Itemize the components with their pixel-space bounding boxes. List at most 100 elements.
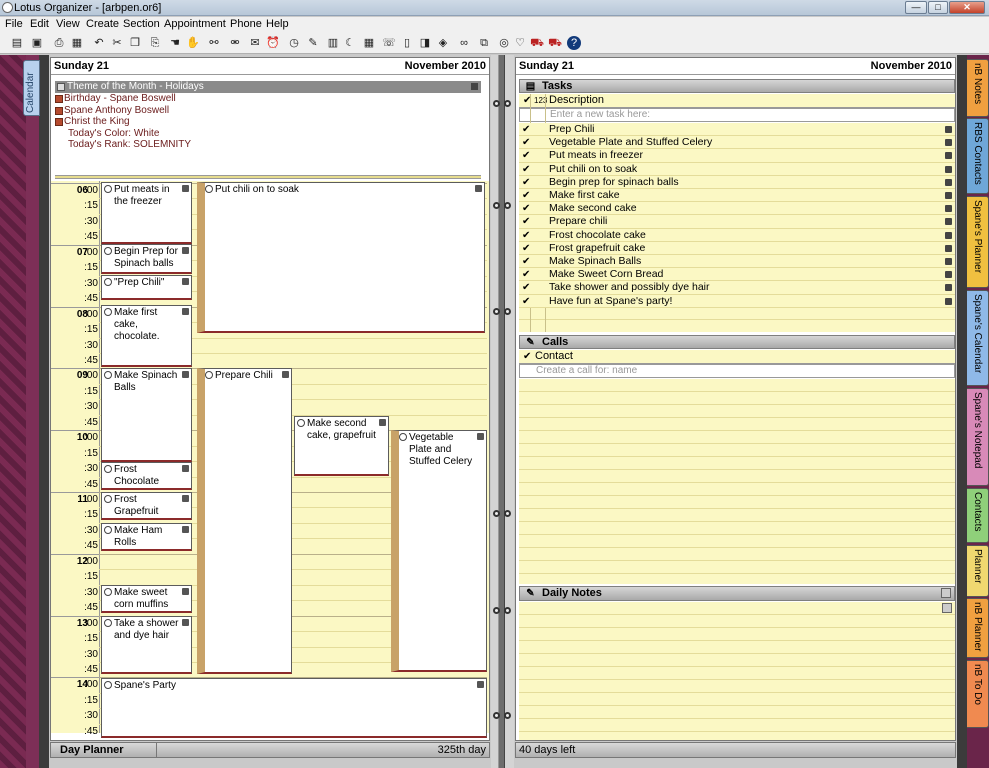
edit-icon[interactable] (945, 231, 952, 239)
task-check-icon[interactable]: ✔ (522, 202, 530, 215)
edit-icon[interactable] (477, 681, 484, 688)
sync-icon[interactable]: ⧉ (477, 36, 491, 50)
layout-icon[interactable]: ◨ (418, 36, 432, 50)
task-row[interactable]: ✔ Make Spinach Balls (519, 255, 955, 269)
task-check-icon[interactable]: ✔ (522, 281, 530, 294)
car-icon[interactable]: ⛟ (530, 36, 544, 50)
task-check-icon[interactable]: ✔ (522, 163, 530, 176)
appointment[interactable]: "Prep Chili" (101, 275, 192, 300)
task-row[interactable]: ✔ Take shower and possibly dye hair (519, 281, 955, 295)
edit-icon[interactable] (945, 218, 952, 226)
task-row[interactable]: ✔ Prepare chili (519, 215, 955, 229)
edit-icon[interactable] (182, 308, 189, 315)
appointment[interactable]: Make sweet corn muffins (101, 585, 192, 613)
copy-icon[interactable]: ❐ (128, 36, 142, 50)
time-grid[interactable]: 06:00:15:30:45 07:00:15:30:45 08:00:15:30:… (51, 181, 489, 738)
holiday-item[interactable]: Christ the King (55, 116, 481, 128)
edit-icon[interactable] (945, 165, 952, 173)
pencil-icon[interactable]: ✎ (306, 36, 320, 50)
minimize-button[interactable]: — (905, 1, 927, 14)
tab-spane-s-notepad[interactable]: Spane's Notepad (967, 388, 989, 486)
collapse-icon[interactable] (57, 83, 65, 91)
task-empty-area[interactable] (519, 307, 955, 332)
tab-nb-planner[interactable]: nB Planner (967, 598, 989, 658)
tab-calendar[interactable]: Calendar (23, 60, 40, 116)
menu-view[interactable]: View (56, 18, 80, 30)
tab-spane-s-calendar[interactable]: Spane's Calendar (967, 290, 989, 386)
new-task-input[interactable]: Enter a new task here: (519, 108, 955, 122)
menu-create[interactable]: Create (86, 18, 119, 30)
edit-icon[interactable] (182, 247, 189, 254)
tab-nb-to-do[interactable]: nB To Do (967, 660, 989, 728)
task-row[interactable]: ✔ Have fun at Spane's party! (519, 294, 955, 308)
phone-icon[interactable]: ☏ (382, 36, 396, 50)
edit-icon[interactable] (471, 83, 478, 90)
hand-icon[interactable]: ☚ (168, 36, 182, 50)
task-check-icon[interactable]: ✔ (522, 242, 530, 255)
task-row[interactable]: ✔ Prep Chili (519, 123, 955, 137)
description-column[interactable]: Description (549, 94, 604, 107)
task-row[interactable]: ✔ Frost chocolate cake (519, 228, 955, 242)
daily-notes-area[interactable] (519, 602, 955, 740)
task-row[interactable]: ✔ Put meats in freezer (519, 149, 955, 163)
edit-icon[interactable] (182, 278, 189, 285)
save-icon[interactable]: ▣ (30, 36, 44, 50)
task-row[interactable]: ✔ Make second cake (519, 202, 955, 216)
edit-icon[interactable] (945, 271, 952, 279)
task-check-icon[interactable]: ✔ (522, 123, 530, 136)
maximize-button[interactable]: □ (928, 1, 948, 14)
appointment[interactable]: Spane's Party (101, 678, 487, 738)
page-icon[interactable]: ☾ (343, 36, 357, 50)
link-icon[interactable]: ⚯ (207, 36, 221, 50)
edit-icon[interactable] (182, 526, 189, 533)
task-check-icon[interactable]: ✔ (522, 149, 530, 162)
edit-icon[interactable] (945, 284, 952, 292)
appointment[interactable]: Make Ham Rolls (101, 523, 192, 551)
day-planner-label[interactable]: Day Planner (60, 744, 124, 756)
sync2-icon[interactable]: ◎ (497, 36, 511, 50)
menu-file[interactable]: File (5, 18, 23, 30)
menu-section[interactable]: Section (123, 18, 160, 30)
menu-phone[interactable]: Phone (230, 18, 262, 30)
task-row[interactable]: ✔ Put chili on to soak (519, 162, 955, 176)
edit-icon[interactable] (379, 419, 386, 426)
edit-icon[interactable] (182, 619, 189, 626)
calls-empty-area[interactable] (519, 379, 955, 584)
attach-icon[interactable] (942, 603, 952, 613)
task-check-icon[interactable]: ✔ (522, 189, 530, 202)
task-check-icon[interactable]: ✔ (522, 295, 530, 308)
menu-edit[interactable]: Edit (30, 18, 49, 30)
edit-icon[interactable] (282, 371, 289, 378)
task-check-icon[interactable]: ✔ (522, 255, 530, 268)
appointment[interactable]: Put meats in the freezer (101, 182, 192, 244)
edit-icon[interactable] (945, 178, 952, 186)
open-icon[interactable]: ▤ (10, 36, 24, 50)
calendar-icon[interactable]: ▦ (362, 36, 376, 50)
task-check-icon[interactable]: ✔ (522, 176, 530, 189)
app-icon[interactable] (2, 2, 13, 13)
filter-icon[interactable]: ∞ (455, 36, 473, 50)
glasses-icon[interactable]: ▯ (400, 36, 414, 50)
edit-icon[interactable] (945, 192, 952, 199)
task-check-icon[interactable]: ✔ (522, 215, 530, 228)
edit-icon[interactable] (182, 588, 189, 595)
appointment[interactable]: Prepare Chili (197, 368, 292, 674)
appointment[interactable]: Make second cake, grapefruit (294, 416, 389, 476)
appointment[interactable]: Take a shower and dye hair (101, 616, 192, 674)
appointment[interactable]: Put chili on to soak (197, 182, 485, 333)
task-check-icon[interactable]: ✔ (522, 229, 530, 242)
task-row[interactable]: ✔ Frost grapefruit cake (519, 241, 955, 255)
tab-contacts[interactable]: Contacts (967, 488, 989, 543)
edit-icon[interactable] (182, 185, 189, 192)
alarm-icon[interactable]: ⏰ (266, 36, 280, 50)
cut-icon[interactable]: ✂ (110, 36, 124, 50)
appointment[interactable]: Make first cake, chocolate. (101, 305, 192, 367)
tab-spane-s-planner[interactable]: Spane's Planner (967, 196, 989, 288)
unlink-icon[interactable]: ⚮ (228, 36, 242, 50)
task-row[interactable]: ✔ Vegetable Plate and Stuffed Celery (519, 136, 955, 150)
holiday-header[interactable]: Theme of the Month - Holidays (55, 81, 481, 93)
appointment[interactable]: Vegetable Plate and Stuffed Celery (391, 430, 487, 672)
menu-help[interactable]: Help (266, 18, 289, 30)
edit-icon[interactable] (477, 433, 484, 440)
help-icon[interactable]: ? (567, 36, 581, 50)
